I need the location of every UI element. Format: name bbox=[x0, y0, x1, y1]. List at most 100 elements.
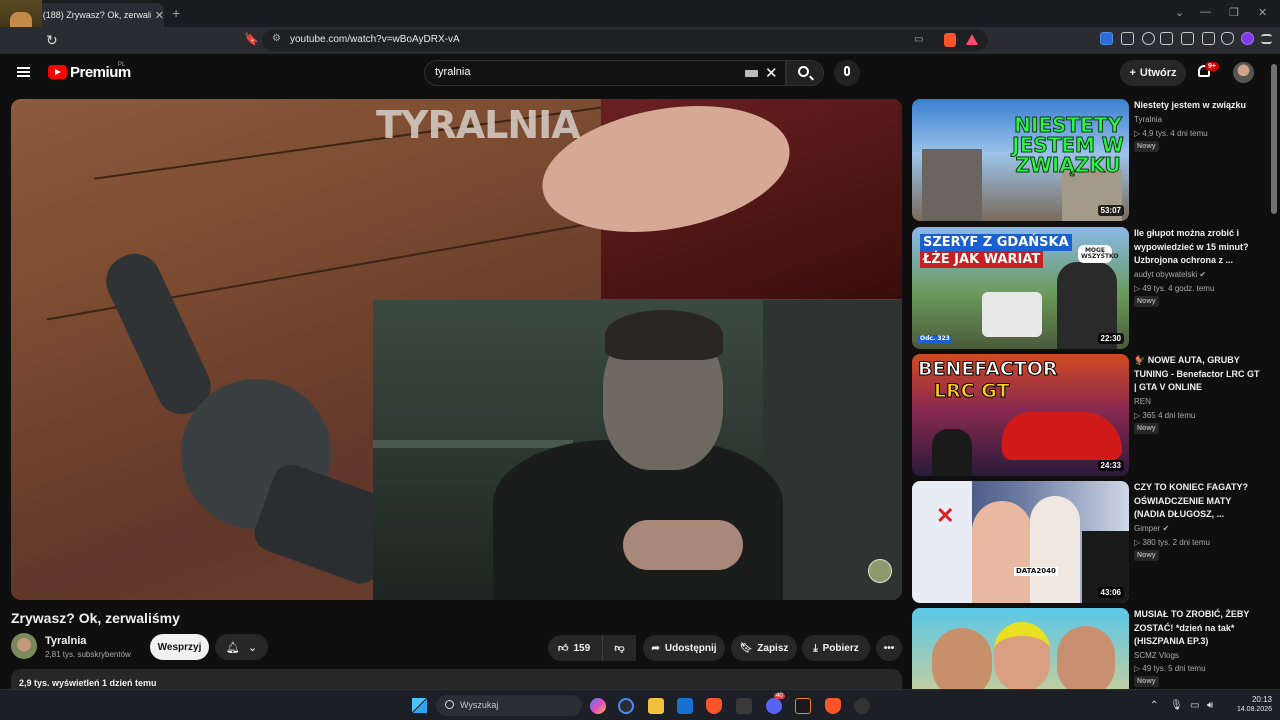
inset-wall bbox=[763, 300, 902, 600]
site-settings-icon[interactable]: ⚙ bbox=[272, 33, 281, 44]
recommendation-title[interactable]: Ile głupot można zrobić i wypowiedzieć w… bbox=[1134, 227, 1262, 268]
recommendation-channel[interactable]: Tyralnia bbox=[1134, 115, 1162, 124]
recommendation-item[interactable]: ✕ DATA2040 43:06 CZY TO KONIEC FAGATY? O… bbox=[912, 481, 1267, 603]
thumb-line: ZWIĄZKU bbox=[1015, 153, 1121, 177]
video-thumbnail[interactable] bbox=[912, 608, 1129, 689]
video-thumbnail[interactable]: ✕ DATA2040 43:06 bbox=[912, 481, 1129, 603]
bookmark-icon[interactable]: 🔖 bbox=[244, 32, 259, 46]
create-button[interactable]: + Utwórz bbox=[1120, 60, 1186, 86]
youtube-logo-icon[interactable] bbox=[48, 65, 67, 79]
inset-person-hair bbox=[605, 310, 723, 360]
share-button[interactable]: ➦ Udostępnij bbox=[643, 635, 725, 661]
clear-search-icon[interactable]: ✕ bbox=[765, 64, 778, 82]
video-thumbnail[interactable]: BENEFACTOR LRC GT 24:33 bbox=[912, 354, 1129, 476]
profile-browser-icon[interactable] bbox=[1241, 32, 1254, 45]
recommendation-item[interactable]: MUSIAŁ TO ZROBIĆ, ŻEBY ZOSTAĆ! *dzień na… bbox=[912, 608, 1267, 689]
thumb-article bbox=[912, 481, 972, 603]
volume-icon[interactable]: 🔊︎ bbox=[1207, 700, 1213, 711]
video-thumbnail[interactable]: SZERYF Z GDAŃSKA ŁŻE JAK WARIAT MOGĘ WSZ… bbox=[912, 227, 1129, 349]
thumb-person bbox=[994, 622, 1050, 689]
search-box[interactable]: ✕ bbox=[424, 60, 786, 86]
dislike-button[interactable]: 👎︎ bbox=[602, 635, 636, 661]
minimize-icon[interactable]: — bbox=[1200, 6, 1211, 18]
video-player[interactable]: TYRALNIA bbox=[11, 99, 902, 600]
channel-watermark[interactable] bbox=[868, 559, 892, 583]
chrome-icon[interactable] bbox=[618, 698, 634, 714]
extension-icon[interactable] bbox=[1100, 32, 1113, 45]
brave-rewards-icon[interactable] bbox=[966, 34, 978, 45]
more-icon: ••• bbox=[883, 642, 895, 654]
copilot-icon[interactable] bbox=[590, 698, 606, 714]
hamburger-menu-icon[interactable] bbox=[17, 67, 30, 77]
download-button[interactable]: ⤓ Pobierz bbox=[802, 635, 870, 661]
voice-search-button[interactable] bbox=[834, 60, 860, 86]
recommendation-channel[interactable]: audyt obywatelski ✔ bbox=[1134, 270, 1206, 279]
browser-menu-icon[interactable] bbox=[1261, 34, 1272, 44]
sidebar-icon[interactable] bbox=[1160, 32, 1173, 45]
wallet-icon[interactable] bbox=[1181, 32, 1194, 45]
chevron-up-icon[interactable]: ⌃ bbox=[1150, 700, 1158, 711]
mic-icon[interactable]: 🎙︎ bbox=[1170, 700, 1183, 711]
file-explorer-icon[interactable] bbox=[648, 698, 664, 714]
music-icon[interactable] bbox=[1142, 32, 1155, 45]
discord-icon[interactable] bbox=[766, 698, 782, 714]
app-icon[interactable] bbox=[854, 698, 870, 714]
recommendation-title[interactable]: MUSIAŁ TO ZROBIĆ, ŻEBY ZOSTAĆ! *dzień na… bbox=[1134, 608, 1262, 649]
recommendation-channel[interactable]: Gimper ✔ bbox=[1134, 524, 1169, 533]
video-thumbnail[interactable]: NIESTETY JESTEM W ZWIĄZKU 53:07 bbox=[912, 99, 1129, 221]
brave-icon[interactable] bbox=[706, 698, 722, 714]
recommendation-item[interactable]: NIESTETY JESTEM W ZWIĄZKU 53:07 Niestety… bbox=[912, 99, 1267, 221]
description-box[interactable]: 2,9 tys. wyświetleń 1 dzień temu bbox=[11, 669, 902, 689]
clock-date[interactable]: 14.08.2026 bbox=[1220, 706, 1272, 713]
address-bar[interactable]: ⚙ youtube.com/watch?v=wBoAyDRX-vA ▭ bbox=[262, 30, 988, 51]
video-duration: 43:06 bbox=[1097, 587, 1124, 598]
brave-icon[interactable] bbox=[825, 698, 841, 714]
recommendation-channel[interactable]: SCMZ Vlogs bbox=[1134, 651, 1179, 660]
cast-icon[interactable]: ▭ bbox=[914, 34, 923, 45]
new-tab-icon[interactable]: + bbox=[172, 5, 180, 21]
channel-name[interactable]: Tyralnia bbox=[45, 635, 86, 647]
windows-start-icon[interactable] bbox=[412, 698, 427, 713]
app-icon[interactable] bbox=[736, 698, 752, 714]
save-button[interactable]: 🔖︎ Zapisz bbox=[731, 635, 797, 661]
verified-icon: ✔ bbox=[1162, 524, 1170, 533]
thumb-car bbox=[1002, 412, 1122, 460]
puzzle-extensions-icon[interactable] bbox=[1121, 32, 1134, 45]
leo-ai-icon[interactable] bbox=[1202, 32, 1215, 45]
account-avatar[interactable] bbox=[1233, 62, 1254, 83]
search-input[interactable] bbox=[435, 66, 735, 78]
maximize-icon[interactable]: ❐ bbox=[1229, 6, 1239, 19]
browser-toolbar: ↻ 🔖 ⚙ youtube.com/watch?v=wBoAyDRX-vA ▭ bbox=[0, 27, 1280, 54]
windows-taskbar: Wyszukaj 40 ⌃ 🎙︎ ▭ 🔊︎ 20:13 14.08.2026 bbox=[0, 689, 1280, 720]
create-label: Utwórz bbox=[1139, 67, 1177, 79]
close-window-icon[interactable]: ✕ bbox=[1258, 6, 1267, 19]
taskbar-search[interactable]: Wyszukaj bbox=[436, 695, 582, 716]
app-icon[interactable] bbox=[795, 698, 811, 714]
tab-search-chevron-icon[interactable]: ⌄ bbox=[1175, 6, 1184, 19]
vpn-shield-icon[interactable] bbox=[1221, 32, 1234, 45]
thumb-line: NIESTETY bbox=[1014, 113, 1123, 137]
support-button[interactable]: Wesprzyj bbox=[150, 634, 209, 660]
recommendation-channel[interactable]: REN bbox=[1134, 397, 1151, 406]
scrollbar-thumb[interactable] bbox=[1271, 64, 1277, 214]
brave-shields-icon[interactable] bbox=[944, 33, 956, 47]
recommendation-meta: ▷ 49 tys. 4 godz. temu bbox=[1134, 284, 1215, 293]
keyboard-icon[interactable] bbox=[745, 70, 758, 77]
notifications-badge: 9+ bbox=[1205, 62, 1219, 71]
channel-avatar[interactable] bbox=[11, 633, 37, 659]
clock-time[interactable]: 20:13 bbox=[1228, 695, 1272, 704]
more-actions-button[interactable]: ••• bbox=[876, 635, 902, 661]
display-icon[interactable]: ▭ bbox=[1190, 700, 1199, 711]
country-code: PL bbox=[118, 62, 126, 68]
microsoft-store-icon[interactable] bbox=[677, 698, 693, 714]
recommendation-title[interactable]: Niestety jestem w związku bbox=[1134, 99, 1262, 113]
recommendation-item[interactable]: BENEFACTOR LRC GT 24:33 🐓 NOWE AUTA, GRU… bbox=[912, 354, 1267, 476]
recommendation-title[interactable]: 🐓 NOWE AUTA, GRUBY TUNING - Benefactor L… bbox=[1134, 354, 1262, 395]
close-tab-icon[interactable]: ✕ bbox=[155, 9, 164, 22]
recommendation-title[interactable]: CZY TO KONIEC FAGATY? OŚWIADCZENIE MATY … bbox=[1134, 481, 1262, 522]
reload-icon[interactable]: ↻ bbox=[46, 32, 58, 49]
url-text[interactable]: youtube.com/watch?v=wBoAyDRX-vA bbox=[290, 34, 460, 45]
recommendation-item[interactable]: SZERYF Z GDAŃSKA ŁŻE JAK WARIAT MOGĘ WSZ… bbox=[912, 227, 1267, 349]
subscription-bell-button[interactable]: 🔔︎ ⌄ bbox=[215, 634, 268, 660]
search-button[interactable] bbox=[786, 60, 824, 86]
